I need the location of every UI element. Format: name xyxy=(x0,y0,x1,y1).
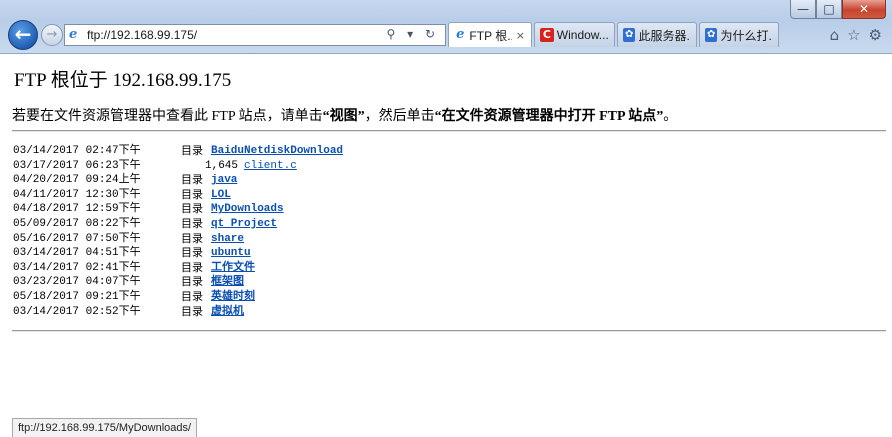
divider-bottom xyxy=(12,330,886,332)
ie-page-icon: e xyxy=(69,27,78,42)
back-button[interactable]: ← xyxy=(8,20,38,50)
folder-link[interactable]: 工作文件 xyxy=(211,261,255,276)
folder-link[interactable]: 虚拟机 xyxy=(211,305,244,320)
browser-tools: ⌂ ☆ ⚙ xyxy=(830,26,882,44)
entry-kind: 目录 xyxy=(181,145,203,157)
entry-date: 04/11/2017 12:30下午 xyxy=(13,188,141,201)
list-item: 03/14/2017 04:51下午 目录 ubuntu xyxy=(13,246,613,261)
page-title: FTP 根位于 192.168.99.175 xyxy=(14,70,232,91)
ftp-listing: 03/14/2017 02:47下午 目录 BaiduNetdiskDownlo… xyxy=(13,144,613,319)
entry-kind: 目录 xyxy=(181,217,203,230)
entry-kind: 目录 xyxy=(181,232,203,245)
list-item: 04/11/2017 12:30下午 目录 LOL xyxy=(13,188,613,203)
list-item: 04/18/2017 12:59下午 目录 MyDownloads xyxy=(13,202,613,217)
favorites-star-icon[interactable]: ☆ xyxy=(847,26,860,44)
entry-kind: 目录 xyxy=(181,261,203,274)
folder-link[interactable]: MyDownloads xyxy=(211,202,284,217)
folder-link[interactable]: qt Project xyxy=(211,217,277,232)
list-item: 05/09/2017 08:22下午 目录 qt Project xyxy=(13,217,613,232)
forward-arrow-icon: → xyxy=(46,27,58,42)
entry-date: 04/20/2017 09:24上午 xyxy=(13,174,141,187)
tab-windows[interactable]: C Window... xyxy=(534,22,615,47)
list-item: 04/20/2017 09:24上午 目录 java xyxy=(13,173,613,188)
minimize-button[interactable]: — xyxy=(790,0,816,19)
tab-why[interactable]: ✿ 为什么打... xyxy=(699,22,779,47)
entry-kind: 目录 xyxy=(181,174,203,187)
entry-date: 05/09/2017 08:22下午 xyxy=(13,217,141,230)
instruction-text: 若要在文件资源管理器中查看此 FTP 站点，请单击“视图”，然后单击“在文件资源… xyxy=(12,105,677,125)
list-item: 03/23/2017 04:07下午 目录 框架图 xyxy=(13,275,613,290)
address-bar[interactable]: e ftp://192.168.99.175/ ⚲ ▾ ↻ xyxy=(64,24,446,46)
list-item: 03/14/2017 02:41下午 目录 工作文件 xyxy=(13,261,613,276)
red-c-icon: C xyxy=(540,28,554,42)
back-arrow-icon: ← xyxy=(14,22,32,46)
search-refresh-icons[interactable]: ⚲ ▾ ↻ xyxy=(387,27,440,41)
entry-kind: 目录 xyxy=(181,305,203,318)
instruction-suffix: 。 xyxy=(663,109,678,124)
entry-date: 03/23/2017 04:07下午 xyxy=(13,276,141,289)
status-url: ftp://192.168.99.175/MyDownloads/ xyxy=(18,422,192,434)
folder-link[interactable]: LOL xyxy=(211,188,231,203)
baidu-paw-icon: ✿ xyxy=(623,28,636,42)
folder-link[interactable]: 英雄时刻 xyxy=(211,290,255,305)
list-item: 05/18/2017 09:21下午 目录 英雄时刻 xyxy=(13,290,613,305)
folder-link[interactable]: BaiduNetdiskDownload xyxy=(211,144,343,159)
entry-date: 05/16/2017 07:50下午 xyxy=(13,232,141,245)
gear-icon[interactable]: ⚙ xyxy=(869,26,882,44)
list-item: 03/14/2017 02:47下午 目录 BaiduNetdiskDownlo… xyxy=(13,144,613,159)
ie-page-icon: e xyxy=(456,27,465,42)
tab-server[interactable]: ✿ 此服务器... xyxy=(617,22,697,47)
file-link[interactable]: client.c xyxy=(244,159,297,174)
folder-link[interactable]: java xyxy=(211,173,237,188)
instruction-prefix: 若要在文件资源管理器中查看此 FTP 站点，请单击 xyxy=(12,109,323,124)
entry-date: 03/14/2017 02:41下午 xyxy=(13,261,141,274)
entry-date: 03/17/2017 06:23下午 xyxy=(13,159,141,172)
folder-link[interactable]: ubuntu xyxy=(211,246,251,261)
maximize-button[interactable]: □ xyxy=(816,0,842,19)
tab-close-icon[interactable]: × xyxy=(516,29,525,42)
tab-ftp-root[interactable]: e FTP 根... × xyxy=(448,22,532,47)
home-icon[interactable]: ⌂ xyxy=(830,26,840,44)
address-tools[interactable]: ⚲ ▾ ↻ xyxy=(387,27,440,41)
entry-kind: 目录 xyxy=(181,203,203,216)
window-controls: — □ ✕ xyxy=(790,0,886,20)
tab-strip: e FTP 根... × C Window... ✿ 此服务器... ✿ 为什么… xyxy=(448,22,781,47)
entry-kind: 目录 xyxy=(181,276,203,289)
page-content: FTP 根位于 192.168.99.175 若要在文件资源管理器中查看此 FT… xyxy=(0,55,892,437)
address-text[interactable]: ftp://192.168.99.175/ xyxy=(87,28,197,42)
instruction-middle: ，然后单击 xyxy=(364,109,435,124)
tab-label: FTP 根... xyxy=(469,28,511,43)
entry-date: 05/18/2017 09:21下午 xyxy=(13,290,141,303)
instruction-view: “视图” xyxy=(322,109,365,124)
list-item: 03/17/2017 06:23下午 1,645 client.c xyxy=(13,159,613,174)
baidu-paw-icon: ✿ xyxy=(705,28,718,42)
list-item: 03/14/2017 02:52下午 目录 虚拟机 xyxy=(13,305,613,320)
entry-kind: 目录 xyxy=(181,247,203,260)
divider-top xyxy=(12,130,886,132)
forward-button[interactable]: → xyxy=(41,24,63,46)
entry-kind: 目录 xyxy=(181,290,203,303)
tab-label: 此服务器... xyxy=(638,28,690,43)
instruction-open: “在文件资源管理器中打开 FTP 站点” xyxy=(434,109,664,124)
tab-label: Window... xyxy=(556,28,608,42)
entry-kind: 目录 xyxy=(181,188,203,201)
entry-date: 03/14/2017 04:51下午 xyxy=(13,247,141,260)
tab-label: 为什么打... xyxy=(720,28,772,43)
browser-chrome: — □ ✕ ← → e ftp://192.168.99.175/ ⚲ ▾ ↻ … xyxy=(0,0,892,54)
entry-date: 03/14/2017 02:47下午 xyxy=(13,145,141,157)
folder-link[interactable]: 框架图 xyxy=(211,275,244,290)
status-bar: ftp://192.168.99.175/MyDownloads/ xyxy=(12,418,198,437)
close-button[interactable]: ✕ xyxy=(842,0,886,19)
folder-link[interactable]: share xyxy=(211,232,244,247)
entry-date: 04/18/2017 12:59下午 xyxy=(13,203,141,216)
entry-date: 03/14/2017 02:52下午 xyxy=(13,305,141,318)
list-item: 05/16/2017 07:50下午 目录 share xyxy=(13,232,613,247)
entry-size: 1,645 xyxy=(205,159,239,172)
